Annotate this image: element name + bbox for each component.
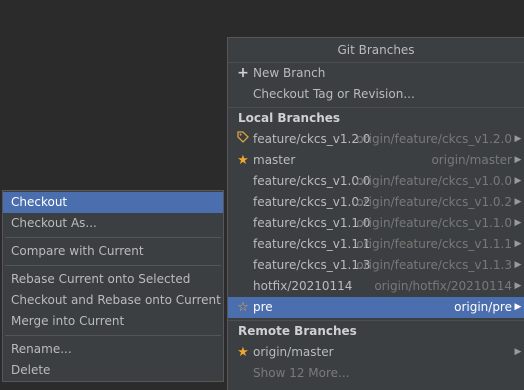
- branch-name: feature/ckcs_v1.1.3: [253, 258, 371, 272]
- local-branches-header: Local Branches: [238, 111, 341, 125]
- checkout-menu-item[interactable]: Checkout: [3, 192, 223, 213]
- tag-icon: [236, 129, 250, 150]
- branch-tracking: origin/master: [431, 153, 512, 167]
- branch-tracking: origin/feature/ckcs_v1.0.2: [356, 195, 512, 209]
- submenu-arrow-icon: ▶: [514, 134, 522, 144]
- star-icon: ★: [237, 153, 249, 168]
- delete-menu-item[interactable]: Delete: [3, 360, 223, 381]
- branch-name: feature/ckcs_v1.0.0: [253, 174, 371, 188]
- branch-item[interactable]: feature/ckcs_v1.1.1 origin/feature/ckcs_…: [228, 234, 524, 255]
- new-branch-label: New Branch: [253, 66, 326, 80]
- submenu-arrow-icon: ▶: [514, 197, 522, 207]
- branch-name: feature/ckcs_v1.1.0: [253, 216, 371, 230]
- rename-menu-item[interactable]: Rename...: [3, 339, 223, 360]
- submenu-arrow-icon: ▶: [514, 302, 522, 312]
- branch-item[interactable]: feature/ckcs_v1.0.0 origin/feature/ckcs_…: [228, 171, 524, 192]
- menu-separator: [5, 265, 221, 266]
- submenu-arrow-icon: ▶: [514, 347, 522, 357]
- branch-name: pre: [253, 300, 273, 314]
- branch-item[interactable]: feature/ckcs_v1.1.3 origin/feature/ckcs_…: [228, 255, 524, 276]
- branch-item[interactable]: feature/ckcs_v1.2.0 origin/feature/ckcs_…: [228, 129, 524, 150]
- popup-title: Git Branches: [228, 38, 524, 63]
- checkout-and-rebase-menu-item[interactable]: Checkout and Rebase onto Current: [3, 290, 223, 311]
- branch-name: feature/ckcs_v1.2.0: [253, 132, 371, 146]
- new-branch-action[interactable]: + New Branch: [228, 63, 524, 84]
- branch-tracking: origin/feature/ckcs_v1.1.3: [356, 258, 512, 272]
- checkout-as-menu-item[interactable]: Checkout As...: [3, 213, 223, 234]
- submenu-arrow-icon: ▶: [514, 281, 522, 291]
- star-outline-icon: ☆: [237, 300, 249, 315]
- branch-name: master: [253, 153, 296, 167]
- branch-item-selected[interactable]: ☆ pre origin/pre ▶: [228, 297, 524, 318]
- branch-item[interactable]: ★ master origin/master ▶: [228, 150, 524, 171]
- branch-item[interactable]: feature/ckcs_v1.0.2 origin/feature/ckcs_…: [228, 192, 524, 213]
- show-more-link[interactable]: Show 12 More...: [228, 363, 524, 384]
- submenu-arrow-icon: ▶: [514, 176, 522, 186]
- checkout-tag-label: Checkout Tag or Revision...: [253, 87, 415, 101]
- branch-name: hotfix/20210114: [253, 279, 353, 293]
- branch-tracking: origin/feature/ckcs_v1.1.0: [356, 216, 512, 230]
- star-icon: ★: [237, 345, 249, 360]
- git-branches-popup: Git Branches + New Branch Checkout Tag o…: [227, 37, 524, 390]
- menu-separator: [5, 237, 221, 238]
- compare-with-current-menu-item[interactable]: Compare with Current: [3, 241, 223, 262]
- remote-branches-header: Remote Branches: [238, 324, 357, 338]
- checkout-tag-action[interactable]: Checkout Tag or Revision...: [228, 84, 524, 105]
- submenu-arrow-icon: ▶: [514, 218, 522, 228]
- branch-tracking: origin/hotfix/20210114: [374, 279, 512, 293]
- show-more-label: Show 12 More...: [253, 366, 350, 380]
- branch-tracking: origin/pre: [454, 300, 512, 314]
- branch-context-menu: Checkout Checkout As... Compare with Cur…: [2, 190, 224, 382]
- branch-tracking: origin/feature/ckcs_v1.2.0: [356, 132, 512, 146]
- remote-branch-item[interactable]: ★ origin/master ▶: [228, 342, 524, 363]
- submenu-arrow-icon: ▶: [514, 239, 522, 249]
- branch-name: feature/ckcs_v1.0.2: [253, 195, 371, 209]
- plus-icon: +: [237, 65, 249, 81]
- branch-name: origin/master: [253, 345, 334, 359]
- branch-name: feature/ckcs_v1.1.1: [253, 237, 371, 251]
- branch-tracking: origin/feature/ckcs_v1.1.1: [356, 237, 512, 251]
- merge-into-current-menu-item[interactable]: Merge into Current: [3, 311, 223, 332]
- branch-item[interactable]: hotfix/20210114 origin/hotfix/20210114 ▶: [228, 276, 524, 297]
- submenu-arrow-icon: ▶: [514, 155, 522, 165]
- submenu-arrow-icon: ▶: [514, 260, 522, 270]
- rebase-current-onto-selected-menu-item[interactable]: Rebase Current onto Selected: [3, 269, 223, 290]
- branch-tracking: origin/feature/ckcs_v1.0.0: [356, 174, 512, 188]
- branch-item[interactable]: feature/ckcs_v1.1.0 origin/feature/ckcs_…: [228, 213, 524, 234]
- menu-separator: [5, 335, 221, 336]
